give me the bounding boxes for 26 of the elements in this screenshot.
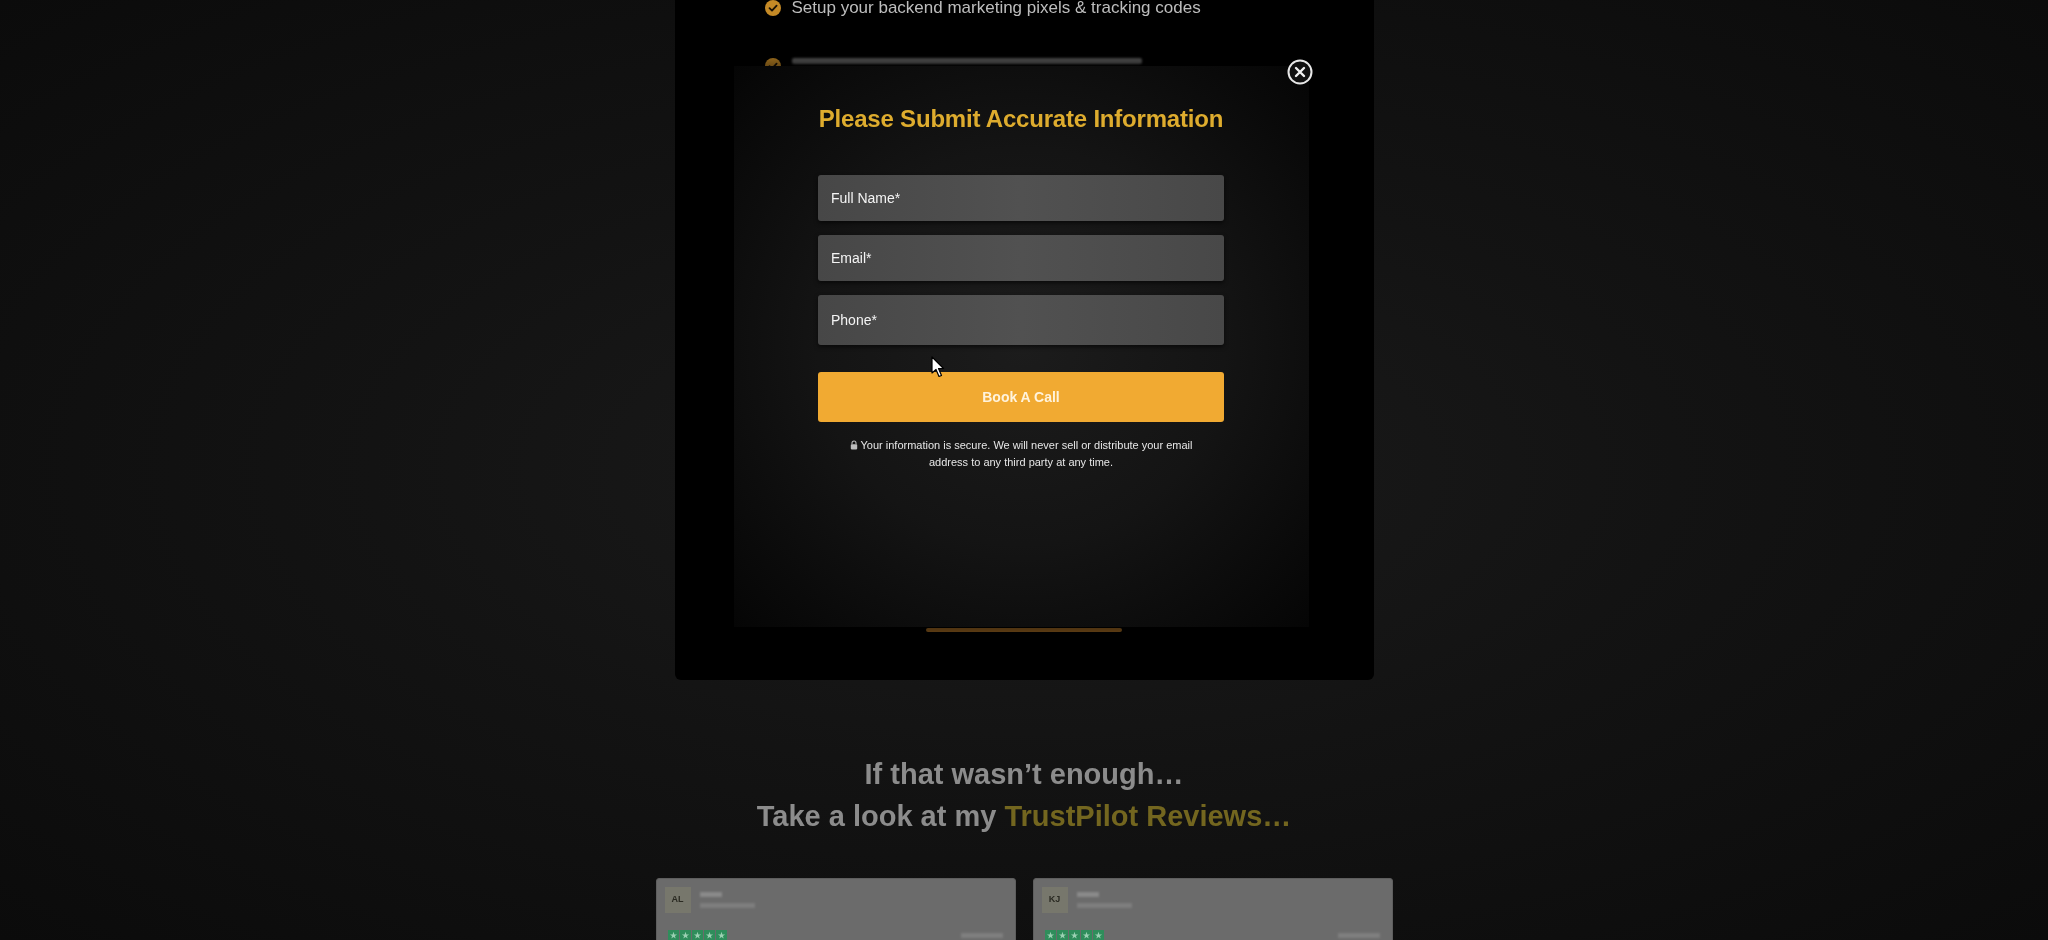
input-field[interactable]: Phone* — [818, 295, 1224, 345]
input-field[interactable]: Full Name* — [818, 175, 1224, 221]
star-icon — [691, 930, 703, 940]
star-icon — [1068, 930, 1080, 940]
lock-icon — [849, 440, 858, 450]
book-call-button[interactable]: Book A Call — [818, 372, 1224, 422]
close-button[interactable] — [1286, 59, 1313, 85]
cursor-icon — [931, 356, 945, 378]
blurred-text — [699, 892, 722, 897]
star-icon — [679, 930, 691, 940]
star-icon — [1080, 930, 1092, 940]
star-icon — [667, 930, 679, 940]
input-field[interactable]: Email* — [818, 235, 1224, 281]
star-icon — [1092, 930, 1104, 940]
checklist-item: Setup your backend marketing pixels & tracking codes — [791, 0, 1201, 19]
star-icon — [715, 930, 727, 940]
avatar: AL — [664, 887, 691, 913]
privacy-note: Your information is secure. We will never sell or distribute your email address to any third party at any time. — [860, 439, 1193, 468]
section-heading: If that wasn’t enough… Take a look at my TrustPilot Reviews… — [756, 757, 1292, 834]
star-icon — [1044, 930, 1056, 940]
modal-title: Please Submit Accurate Information — [818, 104, 1224, 134]
avatar: KJ — [1041, 887, 1068, 913]
star-icon — [703, 930, 715, 940]
check-circle-icon — [764, 0, 781, 16]
star-icon — [1056, 930, 1068, 940]
blurred-text — [1076, 892, 1099, 897]
